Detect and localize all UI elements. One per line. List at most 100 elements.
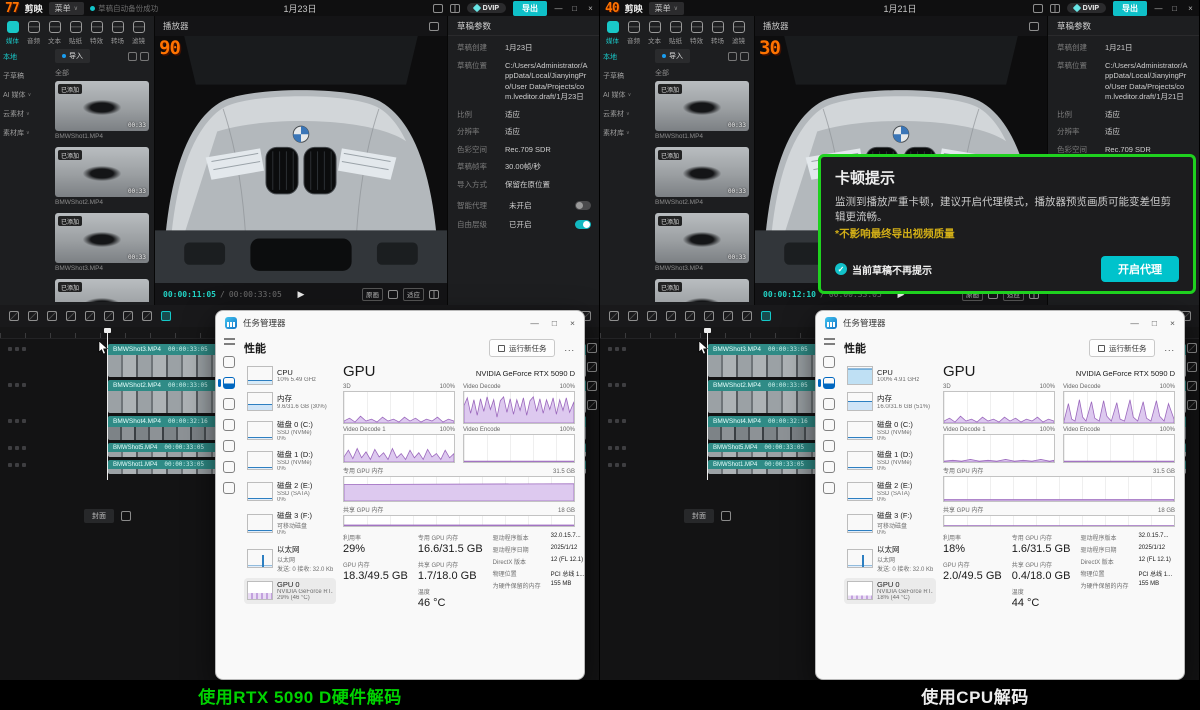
hide-icon[interactable] [615, 347, 619, 351]
maximize-button[interactable]: □ [570, 4, 579, 13]
media-thumbnail[interactable]: 已添加 00:33 BMWShot2.MP4 [655, 147, 749, 206]
lock-icon[interactable] [8, 383, 12, 387]
mute-icon[interactable] [622, 419, 626, 423]
hide-icon[interactable] [15, 419, 19, 423]
timeline-tool-icon[interactable] [28, 311, 38, 321]
hide-icon[interactable] [615, 463, 619, 467]
media-sidebar-item[interactable]: AI 媒体∨ [3, 90, 47, 100]
media-thumbnail[interactable]: 已添加 00:33 BMWShot3.MP4 [655, 213, 749, 272]
zoom-in-icon[interactable] [1187, 343, 1197, 353]
chart-label-video-decode[interactable]: Video Decode [1063, 384, 1101, 390]
tm-sidebar-item[interactable]: 磁盘 2 (E:) SSD (SATA) 0% [844, 477, 936, 505]
player-detach-icon[interactable] [1029, 22, 1039, 31]
hide-icon[interactable] [615, 446, 619, 450]
timeline-tool-icon[interactable] [666, 311, 676, 321]
media-sidebar-item[interactable]: 本地 [603, 52, 647, 62]
track-controls[interactable] [600, 443, 634, 457]
track-controls[interactable] [0, 344, 34, 377]
media-tab[interactable]: 文本 [645, 21, 664, 45]
track-height-icon[interactable] [1187, 400, 1197, 410]
toggle-switch[interactable] [575, 201, 591, 210]
tm-close-button[interactable]: × [1170, 318, 1175, 328]
vip-badge[interactable]: DVIP [467, 3, 506, 13]
checkbox-checked-icon[interactable]: ✓ [835, 263, 847, 275]
filter-icon[interactable] [140, 52, 149, 61]
run-new-task-button[interactable]: 运行新任务 [489, 339, 556, 357]
tm-rail-icon[interactable] [223, 440, 235, 452]
timeline-tool-icon[interactable] [685, 311, 695, 321]
tab-performance[interactable]: 性能 [244, 340, 266, 356]
media-thumbnail[interactable]: 已添加 00:33 BMWShot5.MP4 [55, 279, 149, 302]
media-tab[interactable]: 特效 [687, 21, 706, 45]
chart-label-video-decode1[interactable]: Video Decode 1 [343, 427, 386, 433]
tm-sidebar-item[interactable]: GPU 0 NVIDIA GeForce RT... 29% (46 °C) [244, 578, 336, 604]
tm-rail-icon[interactable] [224, 338, 235, 347]
tm-rail-icon[interactable] [823, 419, 835, 431]
chart-label-video-decode1[interactable]: Video Decode 1 [943, 427, 986, 433]
cover-button[interactable]: 封面 [684, 509, 714, 523]
enable-proxy-button[interactable]: 开启代理 [1101, 256, 1179, 282]
chart-label-3d[interactable]: 3D [343, 384, 351, 390]
tm-sidebar-item[interactable]: 以太网 以太网 发送: 0 接收: 32.0 Kbps [844, 541, 936, 575]
tm-sidebar-item[interactable]: CPU 100% 4.91 GHz [844, 363, 936, 387]
tm-rail-icon[interactable] [824, 338, 835, 347]
tm-close-button[interactable]: × [570, 318, 575, 328]
lock-icon[interactable] [608, 347, 612, 351]
export-button[interactable]: 导出 [513, 1, 547, 16]
media-tab[interactable]: 滤镜 [729, 21, 748, 45]
toggle-switch[interactable] [575, 220, 591, 229]
media-tab[interactable]: 贴纸 [66, 21, 85, 45]
media-thumbnail[interactable]: 已添加 00:33 BMWShot1.MP4 [655, 81, 749, 140]
lock-icon[interactable] [8, 463, 12, 467]
fit-timeline-icon[interactable] [587, 381, 597, 391]
tm-rail-icon[interactable] [823, 461, 835, 473]
fullscreen-icon[interactable] [429, 290, 439, 299]
template-icon[interactable] [121, 511, 131, 521]
media-sidebar-item[interactable]: 云素材∨ [603, 109, 647, 119]
track-controls[interactable] [600, 460, 634, 474]
media-sidebar-item[interactable]: 子草稿 [603, 71, 647, 81]
filter-icon[interactable] [740, 52, 749, 61]
import-button[interactable]: 导入 [55, 49, 90, 63]
tm-sidebar-item[interactable]: CPU 10% 5.49 GHz [244, 363, 336, 387]
quality-selector[interactable]: 原画 [362, 288, 383, 301]
minimize-button[interactable]: — [554, 4, 563, 13]
tm-rail-icon[interactable] [823, 356, 835, 368]
media-tab[interactable]: 转场 [708, 21, 727, 45]
tm-rail-icon[interactable] [223, 377, 235, 389]
tm-rail-icon[interactable] [823, 482, 835, 494]
timeline-tool-icon[interactable] [704, 311, 714, 321]
tm-sidebar-item[interactable]: 内存 9.6/31.6 GB (30%) [244, 390, 336, 414]
tm-rail-icon[interactable] [223, 482, 235, 494]
track-controls[interactable] [600, 380, 634, 413]
media-sidebar-item[interactable]: 素材库∨ [3, 128, 47, 138]
track-controls[interactable] [600, 416, 634, 440]
cover-button[interactable]: 封面 [84, 509, 114, 523]
timeline-tool-icon[interactable] [142, 311, 152, 321]
mute-icon[interactable] [22, 383, 26, 387]
track-controls[interactable] [0, 380, 34, 413]
tm-rail-icon[interactable] [223, 461, 235, 473]
tm-maximize-button[interactable]: □ [1152, 318, 1157, 328]
mute-icon[interactable] [622, 446, 626, 450]
close-button[interactable]: × [1186, 4, 1195, 13]
hide-icon[interactable] [15, 347, 19, 351]
lock-icon[interactable] [608, 463, 612, 467]
media-thumbnail[interactable]: 已添加 00:33 BMWShot2.MP4 [55, 147, 149, 206]
menu-button[interactable]: 菜单∨ [649, 2, 684, 15]
media-thumbnail[interactable]: 已添加 00:33 BMWShot1.MP4 [55, 81, 149, 140]
media-tab[interactable]: 贴纸 [666, 21, 685, 45]
tm-sidebar-item[interactable]: 以太网 以太网 发送: 0 接收: 32.0 Kbps [244, 541, 336, 575]
media-tab[interactable]: 文本 [45, 21, 64, 45]
dont-remind-option[interactable]: ✓ 当前草稿不再提示 [835, 262, 932, 277]
import-button[interactable]: 导入 [655, 49, 690, 63]
timeline-tool-icon[interactable] [742, 311, 752, 321]
track-controls[interactable] [600, 344, 634, 377]
mirror-preview-icon[interactable] [388, 290, 398, 299]
lock-icon[interactable] [608, 446, 612, 450]
track-height-icon[interactable] [587, 400, 597, 410]
mute-icon[interactable] [22, 419, 26, 423]
media-tab[interactable]: 音频 [24, 21, 43, 45]
tm-rail-icon[interactable] [823, 440, 835, 452]
lock-icon[interactable] [8, 446, 12, 450]
